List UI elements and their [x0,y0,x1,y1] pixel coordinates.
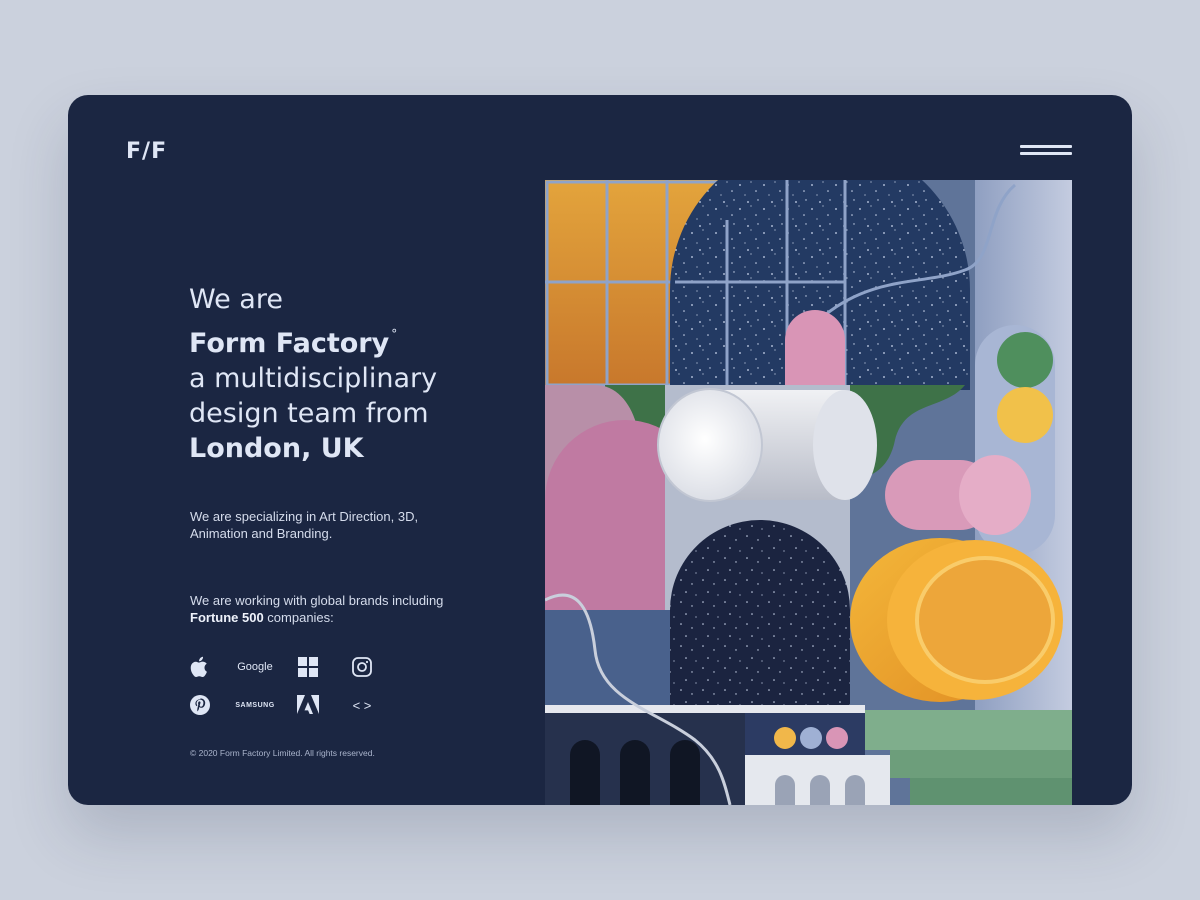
degree-mark: ° [391,327,398,341]
samsung-label: SAMSUNG [235,701,275,709]
headline-line-2: Form Factory ° [189,317,437,361]
menu-line [1020,145,1072,148]
white-arches [775,775,865,805]
samsung-logo[interactable]: SAMSUNG [233,693,277,717]
google-logo[interactable]: Google [233,655,277,679]
company-name: Form Factory [189,328,390,359]
clients-text: We are working with global brands includ… [190,592,470,626]
blue-base [545,610,670,710]
apple-logo-icon [190,656,207,677]
google-label: Google [237,661,273,673]
hero-illustration [545,180,1072,805]
menu-line [1020,152,1072,155]
green-ball [997,332,1053,388]
headline-line-3: a multidisciplinary [189,363,438,394]
brand-logos: Google SAMSUNG < > [188,655,388,725]
small-ball-blue [800,727,822,749]
code-brackets-label: < > [352,697,372,713]
main-card: F/F We are Form Factory ° a multidiscipli… [68,95,1132,805]
apple-logo-icon[interactable] [188,655,212,679]
code-brackets-icon[interactable]: < > [350,693,374,717]
copyright-text: © 2020 Form Factory Limited. All rights … [190,748,375,758]
hamburger-menu-icon[interactable] [1020,143,1072,159]
pinterest-icon[interactable] [188,693,212,717]
clients-highlight: Fortune 500 [190,610,264,625]
pinterest-icon [190,695,210,715]
clients-suffix: companies: [263,610,334,625]
yellow-ball [997,387,1053,443]
brand-logo[interactable]: F/F [126,139,167,164]
clients-prefix: We are working with global brands includ… [190,593,444,608]
hero-headline: We are Form Factory ° a multidisciplinary… [189,282,437,466]
headline-line-5: London, UK [189,433,364,464]
specialization-text: We are specializing in Art Direction, 3D… [190,509,419,541]
instagram-icon[interactable] [350,655,374,679]
lamp-cylinder-end [813,390,877,500]
windows-logo-icon[interactable] [296,655,320,679]
adobe-logo-icon [297,695,319,714]
lamp-light [657,388,763,502]
small-ball-yellow [774,727,796,749]
instagram-icon [352,657,372,677]
adobe-logo-icon[interactable] [296,693,320,717]
yellow-ring-hole [915,556,1055,684]
pink-cylinder-end [959,455,1031,535]
headline-line-4: design team from [189,398,429,429]
windows-logo-icon [298,657,318,677]
headline-line-1: We are [189,284,283,315]
dark-arches [570,740,700,805]
small-ball-pink [826,727,848,749]
dark-starry-arch [670,520,850,715]
ledge [545,705,865,713]
